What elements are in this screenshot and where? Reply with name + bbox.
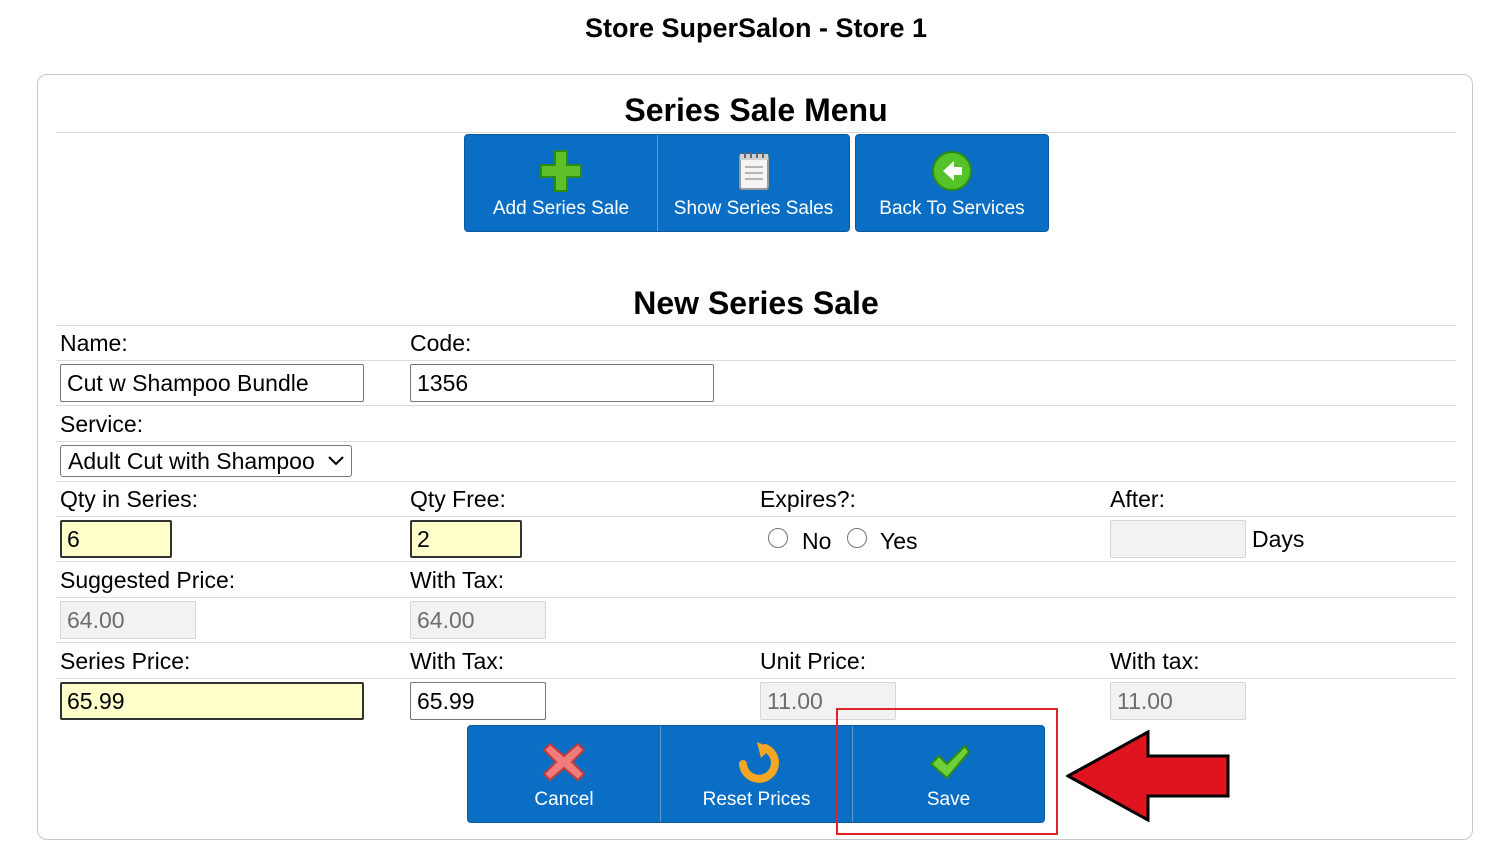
divider (56, 481, 1456, 482)
divider (56, 325, 1456, 326)
expires-no-radio[interactable] (768, 528, 788, 548)
cancel-label: Cancel (534, 789, 594, 810)
pointer-arrow-icon (1066, 730, 1230, 822)
add-series-sale-button[interactable]: Add Series Sale (465, 135, 657, 231)
menu-button-group: Add Series Sale Show Series Sales (464, 134, 850, 232)
cancel-x-icon (542, 740, 586, 784)
series-price-label: Series Price: (60, 648, 191, 674)
cancel-button[interactable]: Cancel (468, 726, 660, 822)
qty-free-label: Qty Free: (410, 486, 506, 512)
service-select-value: Adult Cut with Shampoo (68, 448, 315, 474)
show-series-sales-button[interactable]: Show Series Sales (657, 135, 849, 231)
save-highlight-box (836, 708, 1058, 835)
notepad-icon (732, 149, 776, 193)
expires-yes-radio[interactable] (847, 528, 867, 548)
expires-label: Expires?: (760, 486, 856, 512)
divider (56, 360, 1456, 361)
reset-prices-button[interactable]: Reset Prices (660, 726, 852, 822)
suggested-with-tax-field: 64.00 (410, 601, 546, 639)
after-label: After: (1110, 486, 1165, 512)
qty-in-series-field[interactable]: 6 (60, 520, 172, 558)
divider (56, 642, 1456, 643)
days-label: Days (1252, 526, 1305, 552)
suggested-with-tax-label: With Tax: (410, 567, 505, 593)
code-field[interactable]: 1356 (410, 364, 714, 402)
back-to-services-button[interactable]: Back To Services (856, 135, 1048, 231)
menu-title: Series Sale Menu (624, 92, 888, 128)
form-title: New Series Sale (633, 285, 879, 321)
divider (56, 597, 1456, 598)
back-button-group: Back To Services (855, 134, 1049, 232)
series-price-field[interactable]: 65.99 (60, 682, 364, 720)
divider (56, 405, 1456, 406)
add-series-sale-label: Add Series Sale (492, 198, 630, 219)
series-with-tax-field[interactable]: 65.99 (410, 682, 546, 720)
after-days-field[interactable] (1110, 520, 1246, 558)
back-arrow-icon (930, 149, 974, 193)
series-with-tax-label: With Tax: (410, 648, 505, 674)
reset-prices-label: Reset Prices (702, 789, 811, 810)
expires-yes-label: Yes (880, 528, 918, 554)
back-to-services-label: Back To Services (879, 198, 1025, 219)
suggested-price-label: Suggested Price: (60, 567, 236, 593)
unit-with-tax-label: With tax: (1110, 648, 1200, 674)
unit-with-tax-field: 11.00 (1110, 682, 1246, 720)
service-label: Service: (60, 411, 144, 437)
unit-price-label: Unit Price: (760, 648, 867, 674)
qty-in-series-label: Qty in Series: (60, 486, 199, 512)
qty-free-field[interactable]: 2 (410, 520, 522, 558)
plus-icon (539, 149, 583, 193)
reset-arrow-icon (735, 740, 779, 784)
divider (56, 678, 1456, 679)
name-field[interactable]: Cut w Shampoo Bundle (60, 364, 364, 402)
chevron-down-icon (328, 456, 344, 466)
divider (56, 441, 1456, 442)
store-title: Store SuperSalon - Store 1 (584, 13, 928, 43)
name-label: Name: (60, 330, 128, 356)
suggested-price-field: 64.00 (60, 601, 196, 639)
divider (56, 516, 1456, 517)
expires-no-label: No (802, 528, 832, 554)
code-label: Code: (410, 330, 472, 356)
divider (56, 132, 1456, 133)
show-series-sales-label: Show Series Sales (673, 198, 834, 219)
service-select[interactable]: Adult Cut with Shampoo (60, 445, 352, 477)
divider (56, 561, 1456, 562)
